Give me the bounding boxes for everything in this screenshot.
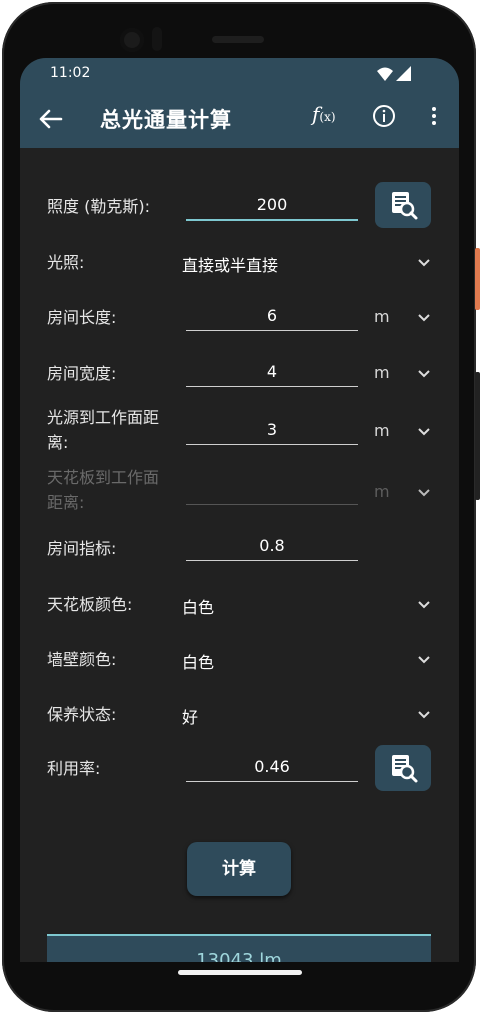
ceiling-distance-label-2: 距离:: [47, 493, 85, 512]
ceiling-distance-input: [186, 476, 358, 505]
lighting-label: 光照:: [47, 253, 85, 272]
ceiling-color-label: 天花板颜色:: [47, 595, 133, 614]
chevron-down-icon[interactable]: [416, 366, 432, 382]
room-width-row: 房间宽度: 4 m: [20, 358, 459, 390]
room-index-label: 房间指标:: [47, 539, 117, 558]
front-camera: [120, 28, 144, 52]
wifi-icon: [377, 67, 393, 81]
chevron-down-icon[interactable]: [416, 597, 432, 613]
page-title: 总光通量计算: [100, 108, 232, 132]
utilization-table-button[interactable]: [375, 745, 431, 791]
app-screen: 11:02 总光通量计算 f(x) 照度 (勒克斯): 200 光照: 直接或半…: [20, 58, 459, 962]
utilization-label: 利用率:: [47, 759, 101, 778]
function-icon[interactable]: f(x): [312, 102, 336, 126]
navigation-bar: [20, 962, 459, 990]
chevron-down-icon[interactable]: [416, 707, 432, 723]
result-panel: 13043 lm: [47, 934, 431, 962]
earpiece-speaker: [212, 36, 264, 43]
volume-button: [475, 372, 480, 500]
room-length-label: 房间长度:: [47, 308, 117, 327]
info-icon[interactable]: [372, 104, 396, 128]
function-icon-x: (x): [319, 110, 336, 124]
calculate-button[interactable]: 计算: [187, 842, 291, 896]
illuminance-table-button[interactable]: [375, 182, 431, 228]
status-bar: 11:02: [20, 58, 459, 90]
room-index-input[interactable]: 0.8: [186, 532, 358, 561]
maintenance-label: 保养状态:: [47, 705, 117, 724]
wall-color-select-value[interactable]: 白色: [182, 649, 214, 673]
room-length-row: 房间长度: 6 m: [20, 302, 459, 334]
room-width-input[interactable]: 4: [186, 358, 358, 387]
signal-icon: [396, 66, 411, 81]
lighting-select-value[interactable]: 直接或半直接: [182, 252, 278, 276]
ceiling-distance-unit: m: [374, 482, 390, 501]
source-distance-unit[interactable]: m: [374, 421, 390, 440]
room-length-unit[interactable]: m: [374, 307, 390, 326]
utilization-row: 利用率: 0.46: [20, 744, 459, 794]
source-distance-input[interactable]: 3: [186, 416, 358, 445]
wall-color-label: 墙壁颜色:: [47, 650, 117, 669]
illuminance-input[interactable]: 200: [186, 191, 358, 221]
chevron-down-icon[interactable]: [416, 310, 432, 326]
room-length-input[interactable]: 6: [186, 302, 358, 331]
back-arrow-icon[interactable]: [34, 102, 68, 136]
source-distance-label-2: 离:: [47, 433, 69, 452]
result-value: 13043 lm: [196, 950, 282, 962]
chevron-down-icon[interactable]: [416, 424, 432, 440]
illuminance-label: 照度 (勒克斯):: [47, 197, 150, 216]
camera-sensor: [152, 27, 162, 51]
utilization-input[interactable]: 0.46: [186, 753, 358, 782]
table-search-icon: [392, 192, 418, 220]
home-gesture-bar[interactable]: [178, 970, 302, 975]
more-vert-icon[interactable]: [422, 104, 446, 128]
chevron-down-icon: [418, 489, 430, 497]
power-button: [475, 248, 480, 310]
source-distance-label-1: 光源到工作面距: [47, 408, 160, 427]
ceiling-distance-row: 天花板到工作面 距离: m: [20, 464, 459, 520]
table-search-icon: [392, 755, 418, 783]
lighting-row[interactable]: 光照: 直接或半直接: [20, 248, 459, 278]
chevron-down-icon[interactable]: [416, 652, 432, 668]
ceiling-color-row[interactable]: 天花板颜色: 白色: [20, 590, 459, 620]
room-width-label: 房间宽度:: [47, 364, 117, 383]
status-time: 11:02: [50, 65, 91, 81]
wall-color-row[interactable]: 墙壁颜色: 白色: [20, 645, 459, 675]
maintenance-select-value[interactable]: 好: [182, 704, 198, 728]
ceiling-color-select-value[interactable]: 白色: [182, 594, 214, 618]
room-width-unit[interactable]: m: [374, 363, 390, 382]
source-distance-row: 光源到工作面距 离: 3 m: [20, 404, 459, 460]
maintenance-row[interactable]: 保养状态: 好: [20, 700, 459, 730]
illuminance-row: 照度 (勒克斯): 200: [20, 182, 459, 238]
ceiling-distance-label-1: 天花板到工作面: [47, 468, 160, 487]
chevron-down-icon[interactable]: [416, 255, 432, 271]
app-bar: 总光通量计算 f(x): [20, 90, 459, 148]
room-index-row: 房间指标: 0.8: [20, 532, 459, 564]
